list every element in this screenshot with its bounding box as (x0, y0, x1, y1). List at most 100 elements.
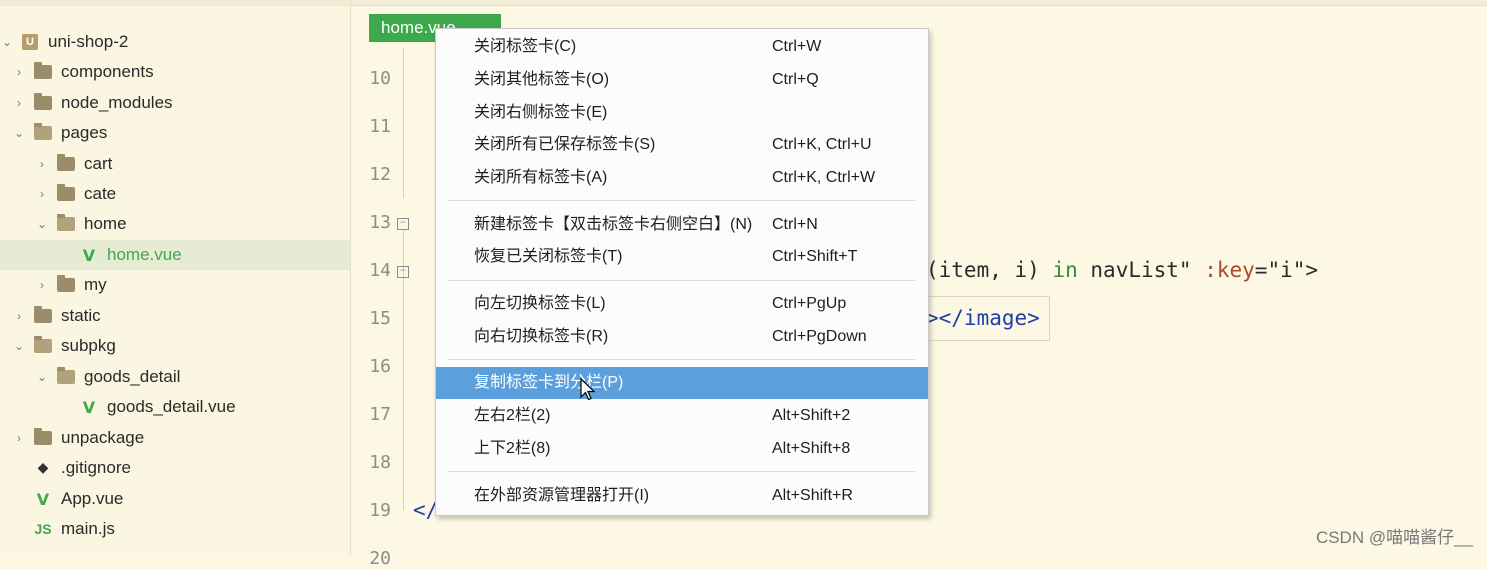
folder-icon (34, 62, 52, 79)
menu-item-label: 左右2栏(2) (474, 407, 551, 424)
tree-item-label: subpkg (61, 336, 116, 355)
tree-item-label: .gitignore (61, 458, 131, 477)
tree-item-goods-detail-vue[interactable]: V goods_detail.vue (0, 392, 350, 422)
menu-item-label: 关闭右侧标签卡(E) (474, 104, 608, 121)
menu-item-close-other-tabs[interactable]: 关闭其他标签卡(O) Ctrl+Q (436, 64, 928, 96)
chevron-down-icon[interactable]: ⌄ (12, 339, 26, 353)
menu-item-switch-left-tab[interactable]: 向左切换标签卡(L) Ctrl+PgUp (436, 288, 928, 320)
menu-item-switch-right-tab[interactable]: 向右切换标签卡(R) Ctrl+PgDown (436, 321, 928, 353)
tree-item-project[interactable]: ⌄ U uni-shop-2 (0, 27, 350, 57)
line-number: 17 (369, 404, 391, 425)
menu-item-open-in-explorer[interactable]: 在外部资源管理器打开(I) Alt+Shift+R (436, 480, 928, 512)
tree-item-main-js[interactable]: JS main.js (0, 514, 350, 544)
chevron-down-icon[interactable]: ⌄ (35, 370, 49, 384)
chevron-down-icon[interactable]: ⌄ (0, 35, 14, 49)
tree-item-label: main.js (61, 519, 115, 538)
menu-separator (448, 280, 915, 281)
editor-top-border (351, 0, 1487, 6)
chevron-down-icon[interactable]: ⌄ (35, 217, 49, 231)
tree-item-components[interactable]: › components (0, 57, 350, 87)
vue-file-icon: V (82, 245, 96, 265)
sidebar-top-border (0, 0, 350, 6)
chevron-down-icon[interactable]: ⌄ (12, 126, 26, 140)
tree-item-label: goods_detail.vue (107, 397, 236, 416)
tree-item-label: home.vue (107, 245, 182, 264)
menu-item-shortcut: Ctrl+PgUp (772, 295, 847, 312)
menu-item-label: 在外部资源管理器打开(I) (474, 487, 650, 504)
tree-item-node-modules[interactable]: › node_modules (0, 88, 350, 118)
menu-item-label: 关闭所有标签卡(A) (474, 169, 608, 186)
indent-guide (403, 48, 404, 198)
folder-open-icon (57, 367, 75, 384)
mouse-pointer-icon (580, 378, 596, 401)
tree-item-static[interactable]: › static (0, 301, 350, 331)
menu-item-shortcut: Ctrl+PgDown (772, 328, 867, 345)
chevron-right-icon[interactable]: › (12, 65, 26, 79)
menu-item-label: 新建标签卡【双击标签卡右侧空白】(N) (474, 216, 753, 233)
chevron-right-icon[interactable]: › (12, 309, 26, 323)
menu-item-shortcut: Alt+Shift+8 (772, 440, 851, 457)
code-line-15: ></image> (926, 306, 1040, 330)
line-number: 12 (369, 164, 391, 185)
tree-item-label: my (84, 275, 107, 294)
tree-item-gitignore[interactable]: ◆ .gitignore (0, 453, 350, 483)
menu-item-shortcut: Alt+Shift+R (772, 487, 853, 504)
menu-item-shortcut: Ctrl+K, Ctrl+U (772, 136, 872, 153)
tab-context-menu: 关闭标签卡(C) Ctrl+W 关闭其他标签卡(O) Ctrl+Q 关闭右侧标签… (435, 28, 929, 516)
tree-item-cate[interactable]: › cate (0, 179, 350, 209)
chevron-right-icon[interactable]: › (35, 157, 49, 171)
menu-item-close-right-tabs[interactable]: 关闭右侧标签卡(E) (436, 97, 928, 129)
menu-item-shortcut: Alt+Shift+2 (772, 407, 851, 424)
tree-item-label: pages (61, 123, 108, 142)
tree-item-label: uni-shop-2 (48, 32, 129, 51)
tree-item-subpkg[interactable]: ⌄ subpkg (0, 331, 350, 361)
tree-item-cart[interactable]: › cart (0, 149, 350, 179)
menu-item-restore-closed-tab[interactable]: 恢复已关闭标签卡(T) Ctrl+Shift+T (436, 241, 928, 273)
menu-item-new-tab[interactable]: 新建标签卡【双击标签卡右侧空白】(N) Ctrl+N (436, 209, 928, 241)
tree-item-label: home (84, 214, 127, 233)
menu-separator (448, 200, 915, 201)
menu-item-shortcut: Ctrl+Q (772, 71, 819, 88)
menu-item-copy-tab-to-split[interactable]: 复制标签卡到分栏(P) (436, 367, 928, 399)
menu-item-shortcut: Ctrl+K, Ctrl+W (772, 169, 876, 186)
fold-toggle-icon[interactable]: − (397, 218, 409, 230)
code-token: ="i"> (1254, 258, 1319, 282)
menu-item-close-all-tabs[interactable]: 关闭所有标签卡(A) Ctrl+K, Ctrl+W (436, 162, 928, 194)
chevron-right-icon[interactable]: › (12, 96, 26, 110)
tree-item-pages[interactable]: ⌄ pages (0, 118, 350, 148)
folder-icon (57, 275, 75, 292)
fold-toggle-icon[interactable]: − (397, 266, 409, 278)
tree-item-home-vue[interactable]: V home.vue (0, 240, 350, 270)
folder-open-icon (34, 123, 52, 140)
menu-item-split-top-bottom[interactable]: 上下2栏(8) Alt+Shift+8 (436, 433, 928, 465)
menu-item-label: 复制标签卡到分栏(P) (474, 374, 624, 391)
menu-item-close-tab[interactable]: 关闭标签卡(C) Ctrl+W (436, 31, 928, 63)
tree-item-my[interactable]: › my (0, 270, 350, 300)
project-icon: U (22, 34, 38, 50)
chevron-right-icon[interactable]: › (12, 431, 26, 445)
menu-item-label: 恢复已关闭标签卡(T) (474, 248, 623, 265)
tree-item-app-vue[interactable]: V App.vue (0, 484, 350, 514)
line-number: 18 (369, 452, 391, 473)
vue-file-icon: V (82, 397, 96, 417)
menu-item-close-saved-tabs[interactable]: 关闭所有已保存标签卡(S) Ctrl+K, Ctrl+U (436, 129, 928, 161)
tree-item-label: node_modules (61, 93, 173, 112)
line-number: 11 (369, 116, 391, 137)
tree-item-unpackage[interactable]: › unpackage (0, 423, 350, 453)
menu-item-label: 向左切换标签卡(L) (474, 295, 606, 312)
tree-item-label: cart (84, 154, 113, 173)
tree-item-goods-detail[interactable]: ⌄ goods_detail (0, 362, 350, 392)
code-token: navList" (1090, 258, 1192, 282)
tree-item-home[interactable]: ⌄ home (0, 209, 350, 239)
menu-item-label: 关闭所有已保存标签卡(S) (474, 136, 656, 153)
chevron-right-icon[interactable]: › (35, 187, 49, 201)
file-explorer-sidebar: ⌄ U uni-shop-2 › components › node_modul… (0, 0, 351, 556)
menu-item-shortcut: Ctrl+W (772, 38, 822, 55)
line-number: 16 (369, 356, 391, 377)
code-token: (item, i) (926, 258, 1040, 282)
chevron-right-icon[interactable]: › (35, 278, 49, 292)
menu-item-split-left-right[interactable]: 左右2栏(2) Alt+Shift+2 (436, 400, 928, 432)
line-number: 14 (369, 260, 391, 281)
js-file-icon: JS (34, 521, 52, 537)
code-token-keyword: in (1052, 258, 1078, 282)
